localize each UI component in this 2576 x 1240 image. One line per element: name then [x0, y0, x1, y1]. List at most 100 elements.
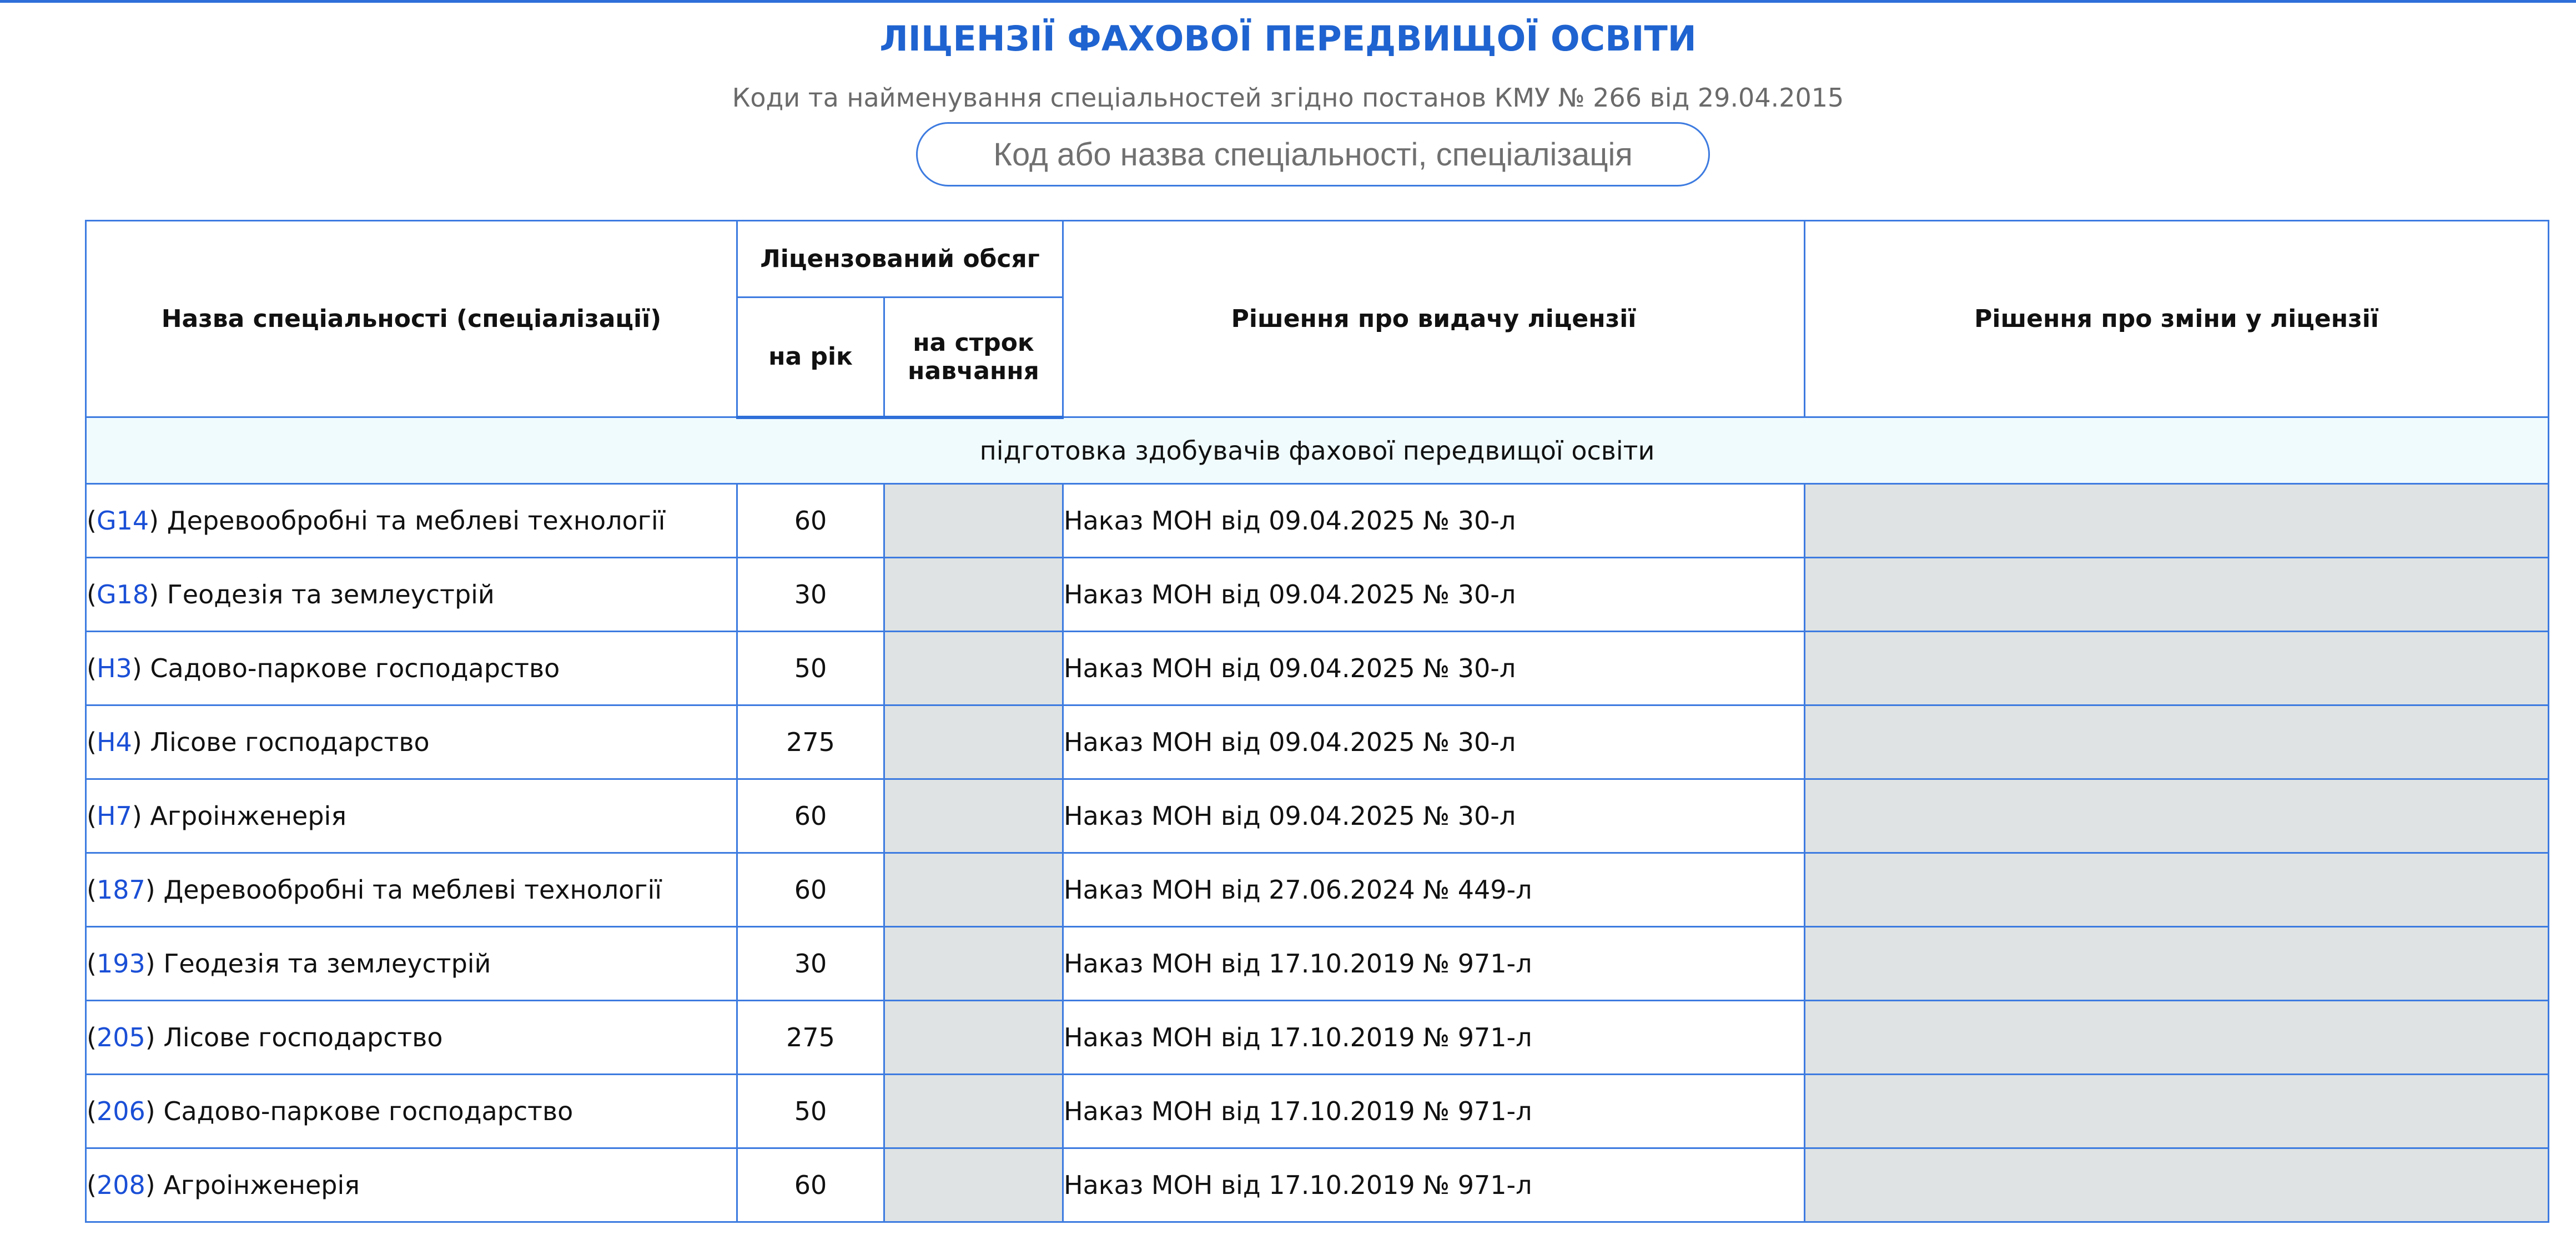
table-row: (187) Деревообробні та меблеві технологі…	[85, 852, 2549, 928]
paren-close: )	[145, 1022, 164, 1052]
paren-close: )	[145, 875, 164, 905]
header-licensed-volume: Ліцензований обсяг	[736, 220, 1064, 298]
license-change	[1804, 852, 2549, 928]
license-decision: Наказ МОН від 27.06.2024 № 449-л	[1062, 852, 1805, 928]
specialty-name: Лісове господарство	[163, 1022, 443, 1052]
table-row: (H4) Лісове господарство 275 Наказ МОН від…	[85, 704, 2549, 780]
specialty-code-link[interactable]: 208	[97, 1170, 145, 1200]
specialty-name: Геодезія та землеустрій	[163, 949, 491, 979]
specialty-name: Деревообробні та меблеві технології	[167, 506, 666, 536]
specialty-code-link[interactable]: G14	[97, 506, 149, 536]
license-decision: Наказ МОН від 09.04.2025 № 30-л	[1062, 557, 1805, 632]
volume-per-year: 275	[736, 1000, 885, 1075]
paren-close: )	[149, 579, 167, 609]
license-decision: Наказ МОН від 09.04.2025 № 30-л	[1062, 631, 1805, 706]
volume-per-term	[883, 1147, 1064, 1223]
specialty-cell: (206) Садово-паркове господарство	[85, 1073, 738, 1149]
header-per-year: на рік	[736, 296, 885, 419]
table-row: (G18) Геодезія та землеустрій 30 Наказ МОН…	[85, 557, 2549, 632]
table-row: (206) Садово-паркове господарство 50 Наказ…	[85, 1073, 2549, 1149]
license-decision: Наказ МОН від 17.10.2019 № 971-л	[1062, 1147, 1805, 1223]
specialty-code-link[interactable]: H4	[97, 727, 132, 757]
paren-close: )	[145, 1096, 164, 1126]
license-change	[1804, 778, 2549, 854]
volume-per-year: 50	[736, 1073, 885, 1149]
specialty-cell: (H4) Лісове господарство	[85, 704, 738, 780]
specialty-cell: (187) Деревообробні та меблеві технологі…	[85, 852, 738, 928]
table-row: (G14) Деревообробні та меблеві технологі…	[85, 483, 2549, 558]
specialty-code-link[interactable]: 205	[97, 1022, 145, 1052]
header-license-decision: Рішення про видачу ліцензії	[1062, 220, 1805, 418]
table-row: (205) Лісове господарство 275 Наказ МОН ві…	[85, 1000, 2549, 1075]
top-border-line	[0, 0, 2576, 3]
specialty-name: Агроінженерія	[150, 801, 346, 831]
specialty-code-link[interactable]: H7	[97, 801, 132, 831]
paren-close: )	[132, 727, 150, 757]
volume-per-term	[883, 778, 1064, 854]
paren-close: )	[132, 801, 150, 831]
specialty-name: Лісове господарство	[150, 727, 430, 757]
table-row: (H7) Агроінженерія 60 Наказ МОН від 09.04.…	[85, 778, 2549, 854]
specialty-cell: (G18) Геодезія та землеустрій	[85, 557, 738, 632]
license-change	[1804, 1000, 2549, 1075]
license-change	[1804, 704, 2549, 780]
paren-open: (	[87, 506, 97, 536]
volume-per-term	[883, 1073, 1064, 1149]
license-decision: Наказ МОН від 09.04.2025 № 30-л	[1062, 704, 1805, 780]
license-decision: Наказ МОН від 17.10.2019 № 971-л	[1062, 1000, 1805, 1075]
specialty-name: Садово-паркове господарство	[163, 1096, 573, 1126]
specialty-code-link[interactable]: G18	[97, 579, 149, 609]
specialty-name: Геодезія та землеустрій	[167, 579, 495, 609]
volume-per-year: 60	[736, 1147, 885, 1223]
license-change	[1804, 557, 2549, 632]
paren-close: )	[132, 653, 150, 683]
specialty-code-link[interactable]: 187	[97, 875, 145, 905]
specialty-cell: (208) Агроінженерія	[85, 1147, 738, 1223]
paren-open: (	[87, 1170, 97, 1200]
search-input[interactable]	[916, 122, 1710, 186]
paren-open: (	[87, 1022, 97, 1052]
license-change	[1804, 1073, 2549, 1149]
volume-per-year: 60	[736, 778, 885, 854]
license-decision: Наказ МОН від 09.04.2025 № 30-л	[1062, 778, 1805, 854]
volume-per-year: 60	[736, 852, 885, 928]
header-specialty-name: Назва спеціальності (спеціалізації)	[85, 220, 738, 418]
volume-per-term	[883, 926, 1064, 1001]
volume-per-year: 60	[736, 483, 885, 558]
volume-per-term	[883, 852, 1064, 928]
specialty-name: Агроінженерія	[163, 1170, 360, 1200]
specialty-name: Деревообробні та меблеві технології	[163, 875, 662, 905]
specialty-code-link[interactable]: 193	[97, 949, 145, 979]
paren-open: (	[87, 1096, 97, 1126]
specialty-cell: (G14) Деревообробні та меблеві технологі…	[85, 483, 738, 558]
specialty-cell: (H3) Садово-паркове господарство	[85, 631, 738, 706]
table-row: (208) Агроінженерія 60 Наказ МОН від 17.10…	[85, 1147, 2549, 1223]
license-change	[1804, 926, 2549, 1001]
specialty-name: Садово-паркове господарство	[150, 653, 560, 683]
volume-per-term	[883, 704, 1064, 780]
volume-per-term	[883, 1000, 1064, 1075]
paren-open: (	[87, 579, 97, 609]
paren-open: (	[87, 875, 97, 905]
header-per-term: на строк навчання	[883, 296, 1064, 419]
volume-per-term	[883, 631, 1064, 706]
license-change	[1804, 631, 2549, 706]
license-change	[1804, 1147, 2549, 1223]
paren-close: )	[145, 949, 164, 979]
specialty-cell: (193) Геодезія та землеустрій	[85, 926, 738, 1001]
group-header: підготовка здобувачів фахової передвищої…	[85, 416, 2549, 485]
table-row: (193) Геодезія та землеустрій 30 Наказ МОН…	[85, 926, 2549, 1001]
license-decision: Наказ МОН від 17.10.2019 № 971-л	[1062, 1073, 1805, 1149]
volume-per-term	[883, 483, 1064, 558]
paren-open: (	[87, 949, 97, 979]
paren-close: )	[149, 506, 167, 536]
header-license-changes: Рішення про зміни у ліцензії	[1804, 220, 2549, 418]
volume-per-year: 50	[736, 631, 885, 706]
specialty-code-link[interactable]: 206	[97, 1096, 145, 1126]
specialty-code-link[interactable]: H3	[97, 653, 132, 683]
paren-open: (	[87, 727, 97, 757]
specialty-cell: (H7) Агроінженерія	[85, 778, 738, 854]
volume-per-year: 30	[736, 926, 885, 1001]
paren-open: (	[87, 653, 97, 683]
paren-open: (	[87, 801, 97, 831]
